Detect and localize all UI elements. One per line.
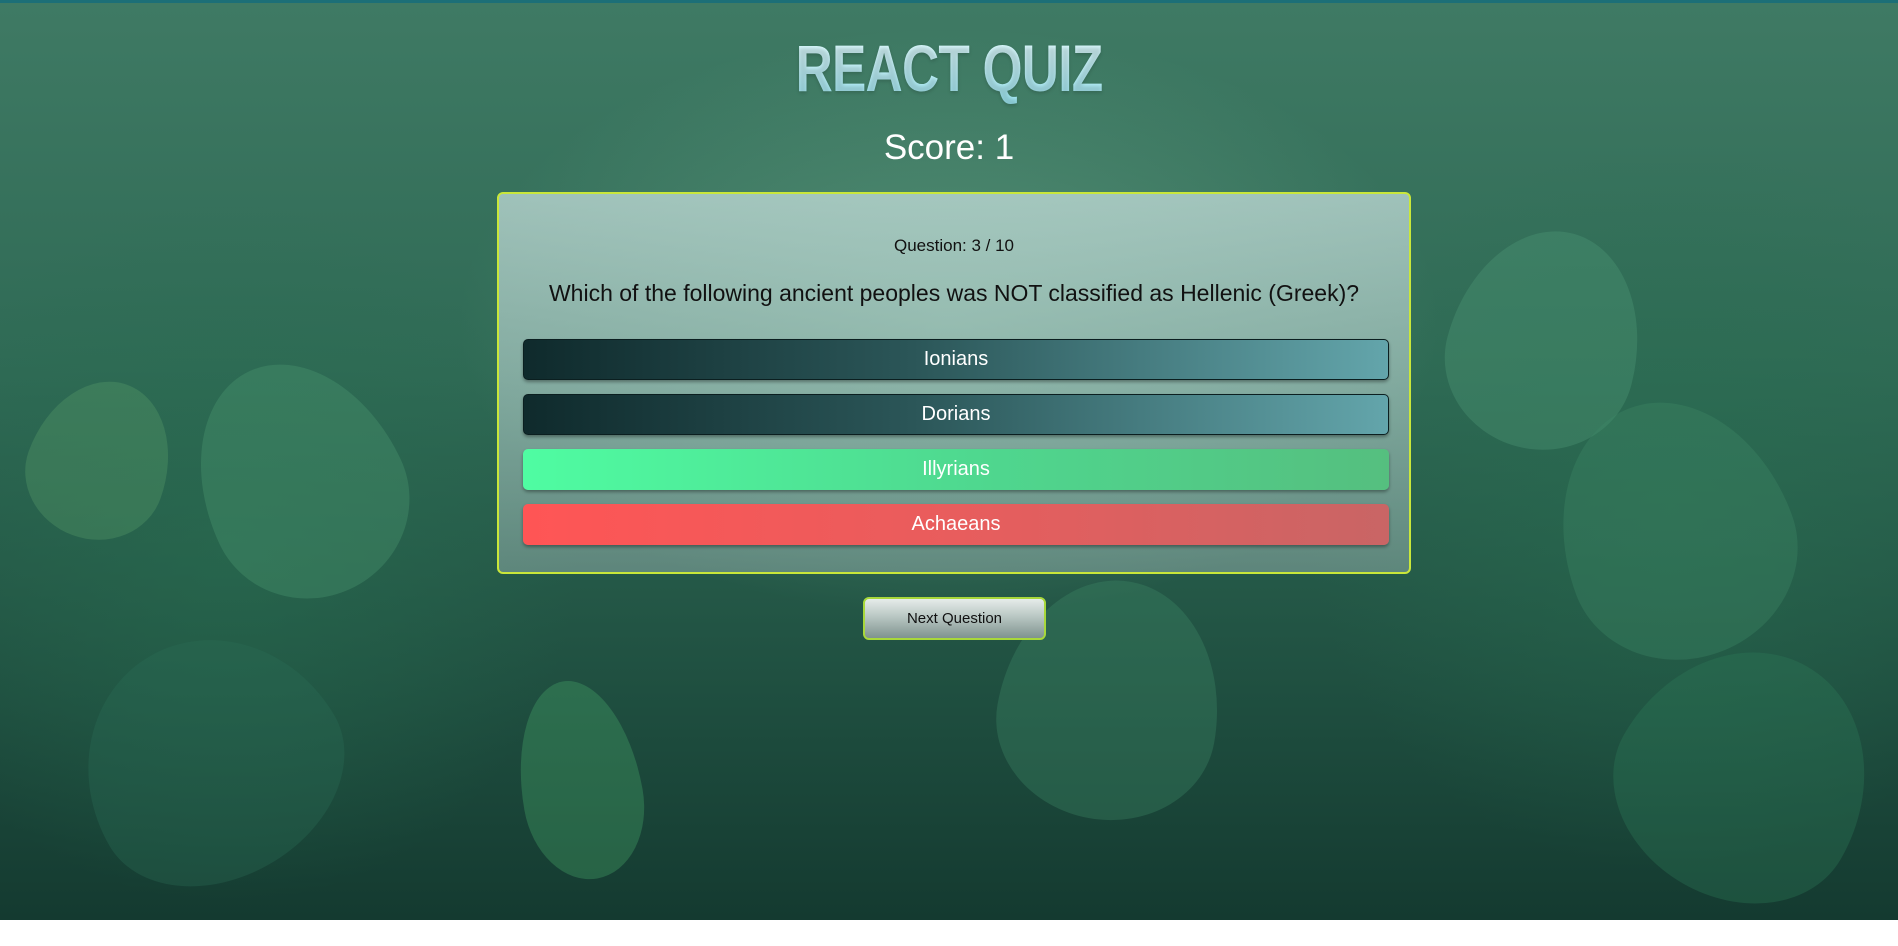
answer-label: Achaeans: [911, 513, 1001, 535]
answer-label: Ionians: [923, 348, 989, 370]
app-title: REACT QUIZ: [209, 30, 1689, 106]
answer-option-ionians[interactable]: Ionians: [523, 339, 1389, 380]
question-text: Which of the following ancient peoples w…: [548, 280, 1360, 306]
answer-list: Ionians Dorians Illyrians Achaeans: [523, 339, 1389, 559]
leaf-decoration: [6, 360, 194, 560]
answer-option-dorians[interactable]: Dorians: [523, 394, 1389, 435]
question-card: Question: 3 / 10 Which of the following …: [497, 192, 1411, 574]
answer-option-illyrians[interactable]: Illyrians: [523, 449, 1389, 490]
leaf-decoration: [503, 671, 657, 889]
leaf-decoration: [158, 328, 442, 632]
top-border-line: [0, 0, 1898, 3]
leaf-decoration: [1574, 604, 1898, 946]
next-question-button[interactable]: Next Question: [863, 597, 1046, 640]
answer-option-achaeans[interactable]: Achaeans: [523, 504, 1389, 545]
answer-label: Illyrians: [922, 458, 990, 480]
question-counter: Question: 3 / 10: [893, 236, 1015, 255]
leaf-decoration: [37, 591, 383, 929]
answer-label: Dorians: [921, 403, 991, 425]
score-display: Score: 1: [883, 128, 1015, 167]
